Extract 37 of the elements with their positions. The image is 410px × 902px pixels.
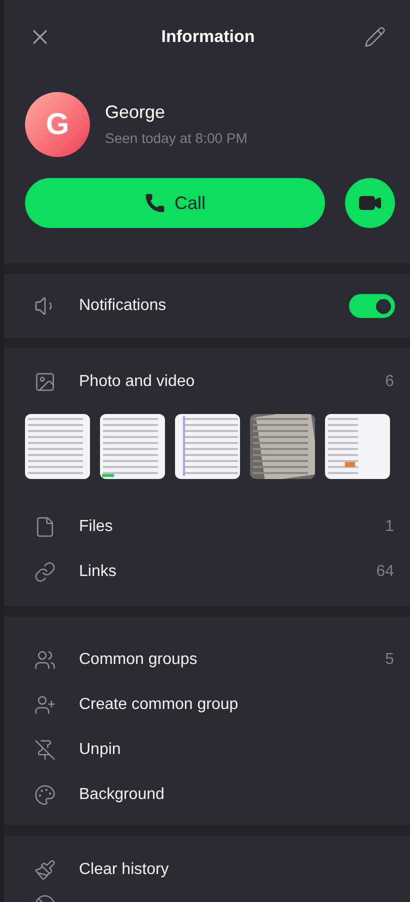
menu-item-label: Links	[79, 562, 116, 582]
brush-icon	[34, 858, 56, 880]
menu-item[interactable]: Links 64	[4, 549, 410, 594]
menu-item[interactable]: Clear history	[4, 847, 410, 892]
window-title: Information	[161, 26, 255, 48]
menu-item-label: Background	[79, 784, 164, 804]
palette-icon	[34, 784, 56, 806]
section-title: Photo and video	[79, 372, 195, 392]
item-count: 1	[385, 516, 394, 536]
contact-name: George	[105, 101, 166, 124]
menu-item-label: Clear history	[79, 860, 169, 880]
menu-item[interactable]: Common groups 5	[4, 637, 410, 682]
menu-item[interactable]: Background	[4, 772, 410, 817]
item-count: 5	[385, 650, 394, 670]
menu-item-label: Unpin	[79, 740, 121, 760]
notifications-label: Notifications	[79, 296, 166, 316]
menu-item[interactable]: Create common group	[4, 682, 410, 727]
avatar: G	[25, 92, 90, 156]
menu-item-label: Files	[79, 516, 113, 536]
menu-item[interactable]: Files 1	[4, 504, 410, 549]
unpin-icon	[34, 738, 56, 760]
item-count: 6	[385, 372, 394, 392]
add-person-icon	[34, 694, 56, 716]
last-seen-status: Seen today at 8:00 PM	[105, 129, 248, 148]
image-icon	[34, 370, 56, 392]
edit-icon[interactable]	[364, 26, 386, 48]
link-icon	[34, 560, 56, 582]
call-button[interactable]: Call	[25, 178, 325, 228]
menu-item[interactable]: Unpin	[4, 727, 410, 772]
notifications-toggle[interactable]	[349, 294, 395, 318]
menu-item-label: Common groups	[79, 650, 198, 670]
menu-item-label: Create common group	[79, 694, 238, 714]
item-count: 64	[376, 562, 394, 582]
file-icon	[34, 516, 56, 538]
phone-icon	[144, 192, 166, 214]
video-call-button[interactable]	[345, 178, 395, 228]
people-icon	[34, 648, 56, 670]
